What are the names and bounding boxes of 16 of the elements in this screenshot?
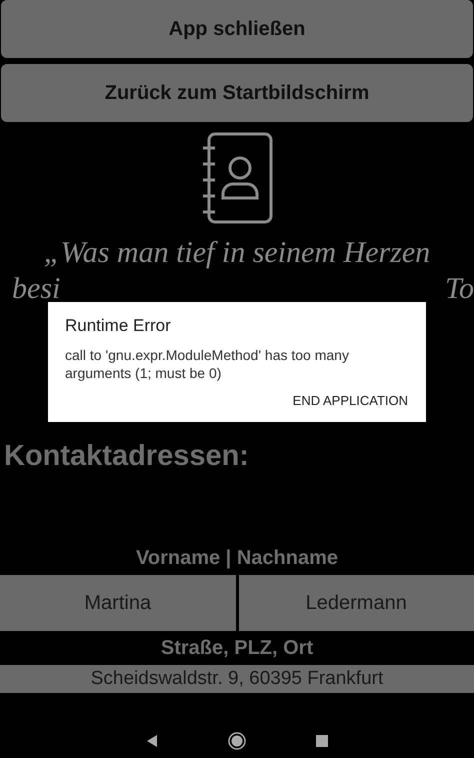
- address-cell: Scheidswaldstr. 9, 60395 Frankfurt: [0, 665, 474, 693]
- quote-text: To: [445, 272, 474, 298]
- close-app-button[interactable]: App schließen: [1, 0, 473, 58]
- section-heading: Kontaktadressen:: [4, 440, 250, 473]
- home-icon[interactable]: [228, 732, 246, 750]
- dialog-message: call to 'gnu.expr.ModuleMethod' has too many arguments (1; must be 0): [65, 346, 350, 382]
- home-screen-button[interactable]: Zurück zum Startbildschirm: [1, 64, 473, 122]
- quote-text: besi: [12, 272, 60, 298]
- first-name-cell: Martina: [0, 575, 236, 631]
- end-application-button[interactable]: END APPLICATION: [290, 391, 410, 410]
- field-label: Straße, PLZ, Ort: [160, 637, 314, 660]
- field-label: Vorname | Nachname: [136, 547, 338, 570]
- dialog-title: Runtime Error: [65, 316, 172, 336]
- quote-text: „Was man tief in seinem Herzen: [42, 236, 432, 270]
- back-icon[interactable]: [146, 734, 158, 748]
- last-name-cell: Ledermann: [238, 575, 474, 631]
